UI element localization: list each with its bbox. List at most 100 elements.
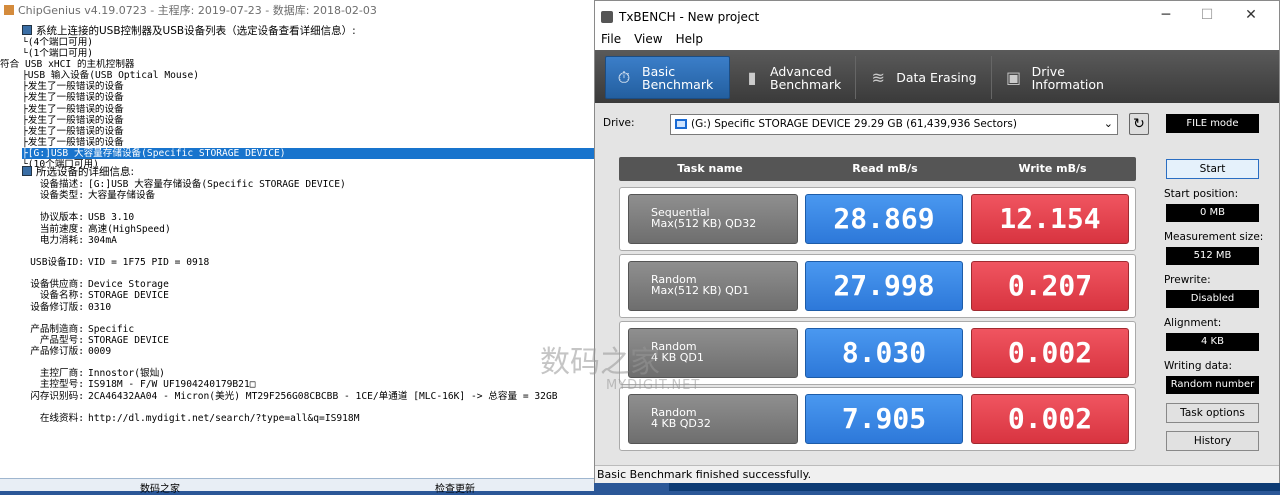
history-button[interactable]: History [1166, 431, 1259, 451]
benchmark-panel: Drive: (G:) Specific STORAGE DEVICE 29.2… [595, 103, 1279, 465]
task-line: 4 KB QD32 [651, 417, 711, 430]
task-name[interactable]: Random Max(512 KB) QD1 [628, 261, 798, 311]
task-options-button[interactable]: Task options [1166, 403, 1259, 423]
detail-key: 产品修订版: [30, 346, 84, 358]
tab-data-erasing[interactable]: ≋ Data Erasing [860, 56, 992, 99]
close-icon[interactable]: ✕ [1236, 7, 1266, 23]
refresh-button[interactable]: ↻ [1129, 113, 1149, 135]
window-title: TxBENCH - New project [619, 9, 760, 24]
chipgenius-window: ChipGenius v4.19.0723 - 主程序: 2019-07-23 … [0, 0, 594, 495]
detail-key: 设备修订版: [30, 301, 84, 313]
tree-item[interactable]: ├USB 输入设备(USB Optical Mouse) [22, 70, 594, 81]
tree-item[interactable]: ├发生了一般错误的设备 [22, 104, 594, 115]
tab-bar: ⏱ Basic Benchmark ▮ Advanced Benchmark ≋ Data… [595, 50, 1279, 103]
tree-item[interactable]: ├发生了一般错误的设备 [22, 115, 594, 126]
mode-badge: FILE mode [1166, 114, 1259, 133]
drive-label: Drive: [603, 117, 635, 129]
tree-item[interactable]: 符合 USB xHCI 的主机控制器 [0, 59, 594, 70]
result-row: Sequential Max(512 KB) QD32 28.869 12.154 [619, 187, 1136, 251]
read-value: 28.869 [805, 194, 963, 244]
detail-value: USB 3.10 [88, 212, 135, 224]
detail-key: 电力消耗: [39, 234, 84, 246]
read-value: 7.905 [805, 394, 963, 444]
prewrite-value[interactable]: Disabled [1166, 290, 1259, 308]
alignment-label: Alignment: [1164, 317, 1222, 329]
task-name[interactable]: Random 4 KB QD32 [628, 394, 798, 444]
tree-item[interactable]: ├发生了一般错误的设备 [22, 81, 594, 92]
detail-value: 大容量存储设备 [88, 190, 156, 202]
detail-value: STORAGE DEVICE [88, 334, 169, 346]
tree-item-selected[interactable]: ├[G:]USB 大容量存储设备(Specific STORAGE DEVICE… [22, 147, 594, 160]
chipgenius-footer: 数码之家 检查更新 [0, 478, 594, 495]
tree-item[interactable]: ├发生了一般错误的设备 [22, 137, 594, 148]
tab-label: Benchmark [642, 76, 714, 92]
detail-section-header: 所选设备的详细信息: [22, 164, 134, 178]
write-value: 0.207 [971, 261, 1129, 311]
detail-key: 产品制造商: [30, 323, 84, 335]
task-name[interactable]: Random 4 KB QD1 [628, 328, 798, 378]
alignment-value[interactable]: 4 KB [1166, 333, 1259, 351]
tab-advanced-benchmark[interactable]: ▮ Advanced Benchmark [734, 56, 857, 99]
online-link[interactable]: http://dl.mydigit.net/search/?type=all&q… [88, 413, 359, 424]
detail-key: 主控型号: [39, 379, 84, 391]
tree-item[interactable]: ├发生了一般错误的设备 [22, 92, 594, 103]
writing-data-value[interactable]: Random number [1166, 376, 1259, 394]
chipgenius-titlebar: ChipGenius v4.19.0723 - 主程序: 2019-07-23 … [0, 0, 594, 18]
detail-value: 304mA [88, 234, 117, 246]
start-position-value[interactable]: 0 MB [1166, 204, 1259, 222]
measurement-size-value[interactable]: 512 MB [1166, 247, 1259, 265]
detail-value: 0310 [88, 301, 112, 313]
detail-value: STORAGE DEVICE [88, 290, 169, 302]
drive-select[interactable]: (G:) Specific STORAGE DEVICE 29.29 GB (6… [670, 114, 1118, 135]
tree-section-header: 系统上连接的USB控制器及USB设备列表（选定设备查看详细信息）: [22, 23, 356, 37]
task-name[interactable]: Sequential Max(512 KB) QD32 [628, 194, 798, 244]
start-button[interactable]: Start [1166, 159, 1259, 179]
read-value: 27.998 [805, 261, 963, 311]
window-title: ChipGenius v4.19.0723 - 主程序: 2019-07-23 … [18, 4, 377, 17]
tab-label: Information [1031, 76, 1104, 92]
result-row: Random 4 KB QD32 7.905 0.002 [619, 387, 1136, 451]
start-position-label: Start position: [1164, 188, 1239, 200]
header-read: Read mB/s [852, 162, 918, 175]
tree-item[interactable]: └(1个端口可用) [22, 48, 594, 59]
drive-value: (G:) Specific STORAGE DEVICE 29.29 GB (6… [691, 118, 1017, 130]
mydigit-link[interactable]: 数码之家 [140, 480, 180, 495]
detail-key: 产品型号: [39, 334, 84, 346]
result-row: Random 4 KB QD1 8.030 0.002 [619, 321, 1136, 385]
menu-file[interactable]: File [601, 32, 621, 50]
write-value: 0.002 [971, 394, 1129, 444]
write-value: 12.154 [971, 194, 1129, 244]
detail-value: 2CA46432AA04 - Micron(美光) MT29F256G08CBC… [88, 390, 558, 402]
detail-value: 0009 [88, 346, 112, 358]
detail-value: [G:]USB 大容量存储设备(Specific STORAGE DEVICE) [88, 179, 346, 190]
menu-view[interactable]: View [634, 32, 662, 50]
writing-data-label: Writing data: [1164, 360, 1233, 372]
detail-value: Device Storage [88, 279, 169, 291]
detail-key: 闪存识别码: [30, 390, 84, 402]
device-details: 设备描述: [G:]USB 大容量存储设备(Specific STORAGE DE… [22, 179, 594, 424]
tree-item[interactable]: └(4个端口可用) [22, 37, 594, 48]
status-bar: Basic Benchmark finished successfully. [595, 465, 1279, 483]
detail-key: 当前速度: [39, 223, 84, 235]
app-icon [4, 5, 14, 15]
write-value: 0.002 [971, 328, 1129, 378]
maximize-icon[interactable]: ☐ [1192, 7, 1222, 23]
device-tree[interactable]: └(4个端口可用) └(1个端口可用) 符合 USB xHCI 的主机控制器 ├… [0, 37, 594, 170]
tree-item[interactable]: ├发生了一般错误的设备 [22, 126, 594, 137]
menu-help[interactable]: Help [676, 32, 703, 50]
eraser-icon: ≋ [871, 68, 885, 87]
detail-key: 设备描述: [39, 179, 84, 190]
read-value: 8.030 [805, 328, 963, 378]
task-line: Max(512 KB) QD1 [651, 284, 750, 297]
detail-value: VID = 1F75 PID = 0918 [88, 256, 210, 268]
tab-drive-information[interactable]: ▣ Drive Information [996, 56, 1118, 99]
chevron-down-icon: ⌄ [1103, 117, 1113, 130]
detail-key: 协议版本: [39, 212, 84, 224]
info-icon [22, 166, 32, 176]
tab-basic-benchmark[interactable]: ⏱ Basic Benchmark [605, 56, 730, 99]
detail-key: 设备名称: [39, 290, 84, 302]
minimize-icon[interactable]: ─ [1151, 7, 1181, 23]
tree-header-label: 系统上连接的USB控制器及USB设备列表（选定设备查看详细信息）: [36, 25, 356, 37]
txbench-window: TxBENCH - New project ─ ☐ ✕ File View He… [594, 0, 1280, 483]
check-update-link[interactable]: 检查更新 [435, 480, 475, 495]
